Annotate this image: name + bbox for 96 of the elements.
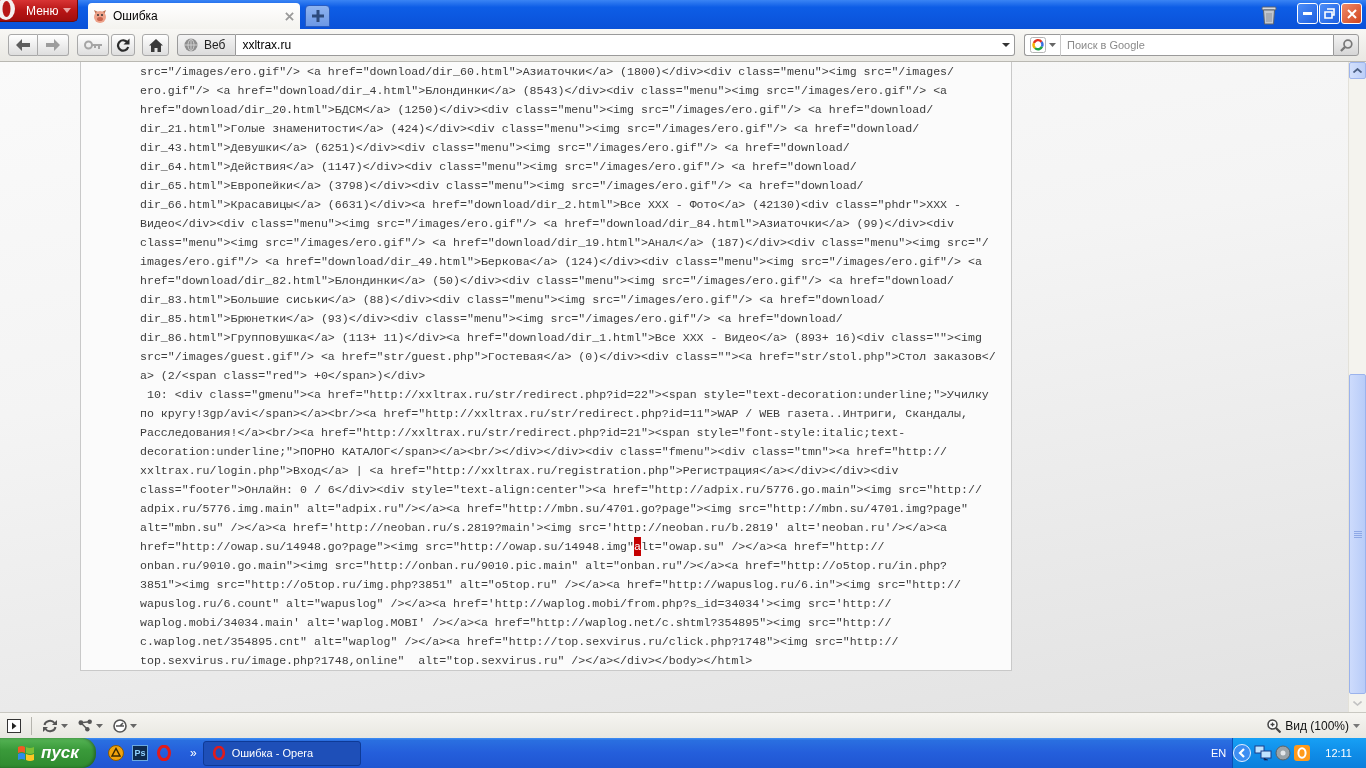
code-line: dir_83.html">Большие сиськи</a> (88)</div><div class="menu"><img src="/images/ero.gif"/> <a href="download/ — [140, 292, 885, 308]
address-field[interactable]: xxltrax.ru — [236, 34, 997, 56]
code-line: dir_66.html">Красавицы</a> (6631)</div><a href="download/dir_2.html">Все XXX - Фото</a> (42130)<div class="phdr">XXX - — [140, 197, 961, 213]
code-line: waplog.mobi/34034.main' alt='waplog.MOBI' /></a><a href="http://waplog.net/c.shtml?354895"><img src="http:// — [140, 615, 892, 631]
start-button[interactable]: пуск — [0, 738, 96, 768]
language-indicator[interactable]: EN — [1211, 747, 1227, 759]
code-line: top.sexvirus.ru/image.php?1748,online" alt="top.sexvirus.ru" /></a></div></body></html> — [140, 653, 753, 669]
caret-icon — [63, 8, 72, 13]
triangle-circle-icon[interactable] — [108, 745, 124, 761]
ring-tile-icon[interactable] — [1294, 745, 1311, 761]
code-line: dir_85.html">Брюнетки</a> (93)</div><div class="menu"><img src="/images/ero.gif"/> <a href="download/ — [140, 311, 843, 327]
logo-icon — [211, 746, 226, 760]
code-line: dir_65.html">Европейки</a> (3798)</div><div class="menu"><img src="/images/ero.gif"/> <a href="download/ — [140, 178, 864, 194]
panel-icon — [7, 718, 21, 733]
site-info-button[interactable]: Веб — [177, 34, 237, 56]
close-window-button[interactable] — [1341, 3, 1362, 24]
code-line: images/ero.gif"/> <a href="download/dir_49.html">Беркова</a> (124)</div><div class="menu"><img src="/images/ero.gif"/> <a — [140, 254, 982, 270]
reload-button[interactable] — [111, 34, 135, 56]
forward-arrow-icon — [46, 39, 60, 51]
close-icon — [1346, 8, 1357, 19]
code-line: Видео</div><div class="menu"><img src="/images/ero.gif"/> <a href="download/dir_84.html">Азиаточки</a> (99)</div><div — [140, 216, 954, 232]
sync-icon — [42, 718, 58, 733]
plus-icon — [311, 10, 324, 22]
disc-icon[interactable] — [1275, 745, 1292, 761]
scrollbar-thumb[interactable] — [1349, 374, 1366, 694]
flag-icon — [17, 745, 36, 761]
code-line: dir_64.html">Действия</a> (1147)</div><div class="menu"><img src="/images/ero.gif"/> <a href="download/ — [140, 159, 857, 175]
back-button[interactable] — [8, 34, 38, 56]
grip-icon — [1353, 530, 1362, 538]
caret-icon — [1353, 723, 1360, 728]
browser-tab[interactable]: Ошибка — [88, 3, 300, 29]
zoom-button[interactable]: Вид (100%) — [1267, 718, 1360, 733]
code-line: c.waplog.net/354895.cnt" alt="waplog" /></a><a href="http://top.sexvirus.ru/click.php?1748"><img src="http:// — [140, 634, 899, 650]
code-line: wapuslog.ru/6.count" alt="wapuslog" /></a><a href='http://waplog.mobi/from.php?s_id=34034'><img src='http:// — [140, 596, 892, 612]
home-icon — [148, 38, 163, 52]
logo-icon — [0, 0, 18, 21]
clock[interactable]: 12:11 — [1325, 747, 1352, 759]
code-line: alt="mbn.su" /></a><a href='http://neoban.ru/s.2819?main'><img src='http://neoban.ru/b.2819' alt='neoban.ru'/></a><a — [140, 520, 948, 536]
code-line: xxltrax.ru/login.php">Вход</a> | <a href="http://xxltrax.ru/registration.php">Регистрация</a></div></div><div — [140, 463, 899, 479]
search-engine-button[interactable] — [1024, 34, 1061, 56]
multicolor-ring-icon — [1030, 37, 1046, 53]
home-button[interactable] — [142, 34, 169, 56]
zoom-icon — [1267, 718, 1282, 733]
code-line: onban.ru/9010.go.main"><img src="http://onban.ru/9010.pic.main" alt="onban.ru"/></a><a href="http://o5top.ru/in.php? — [140, 558, 948, 574]
caret-icon — [130, 723, 137, 728]
forward-button[interactable] — [38, 34, 69, 56]
code-line: Расследования!</a><br/><a href="http://xxltrax.ru/str/redirect.php?id=21"><span style="font-style:italic;text- — [140, 425, 906, 441]
reload-icon — [116, 38, 130, 52]
restore-icon — [1324, 8, 1335, 19]
code-line: class="footer">Онлайн: 0 / 6</div><div style="text-align:center"><a href="http://adpix.ru/5776.go.main"><img src="http:// — [140, 482, 982, 498]
scroll-up-button[interactable] — [1349, 62, 1366, 79]
chevron-down-icon — [1353, 701, 1362, 706]
code-line: adpix.ru/5776.img.main" alt="adpix.ru"/></a><a href="http://mbn.su/4701.go?page"><img src="http://mbn.su/4701.img?page" — [140, 501, 968, 517]
code-line: src="/images/ero.gif"/> <a href="download/dir_60.html">Азиаточки</a> (1800)</div><div class="menu"><img src="/images/ — [140, 64, 954, 80]
globe-icon — [184, 38, 198, 52]
code-line: a> (2/<span class="red"> +0</span>)</div> — [140, 368, 426, 384]
taskbar-window-button[interactable]: Ошибка - Opera — [202, 740, 361, 766]
minimize-button[interactable] — [1297, 3, 1318, 24]
code-line: 10: <div class="gmenu"><a href="http://xxltrax.ru/str/redirect.php?id=22"><span style="text-decoration:underline;">Училку — [145, 387, 989, 403]
caret-icon — [1049, 43, 1056, 47]
menu-button[interactable]: Меню — [0, 0, 78, 22]
code-line: 3851"><img src="http://o5top.ru/img.php?3851" alt="o5top.ru" /></a><a href="http://wapuslog.ru/6.in"><img src="http:// — [140, 577, 961, 593]
search-icon — [1339, 38, 1353, 52]
restore-button[interactable] — [1319, 3, 1340, 24]
code-line: dir_21.html">Голые знаменитости</a> (424)</div><div class="menu"><img src="/images/ero.gif"/> <a href="download/ — [140, 121, 920, 137]
caret-icon — [1001, 43, 1010, 47]
search-button[interactable] — [1333, 34, 1359, 56]
address-dropdown-button[interactable] — [997, 34, 1015, 56]
key-icon — [84, 40, 102, 50]
code-line: dir_43.html">Девушки</a> (6251)</div><div class="menu"><img src="/images/ero.gif"/> <a href="download/ — [140, 140, 850, 156]
pig-icon — [92, 8, 108, 24]
caret-icon — [61, 723, 68, 728]
code-line: ero.gif"/> <a href="download/dir_4.html">Блондинки</a> (8543)</div><div class="menu"><img src="/images/ero.gif"/> <a — [140, 83, 948, 99]
new-tab-button[interactable] — [305, 5, 330, 27]
back-arrow-icon — [16, 39, 30, 51]
code-line: href="download/dir_82.html">Блондинки</a> (50)</div><div class="menu"><img src="/images/ero.gif"/> <a href="download/ — [140, 273, 954, 289]
quick-launch-overflow[interactable]: » — [190, 746, 197, 760]
code-line: src="/images/guest.gif"/> <a href="str/guest.php">Гостевая</a> (0)</div><div class=""><a href="str/stol.php">Стол заказов</ — [140, 349, 996, 365]
highlighted-character: a — [634, 537, 641, 556]
search-field[interactable]: Поиск в Google — [1061, 34, 1333, 56]
code-line: по кругу!3gp/avi</span></a><br/><a href="http://xxltrax.ru/str/redirect.php?id=11">WAP / WEB газета..Интриги, Скандалы, — [140, 406, 968, 422]
code-line: class="menu"><img src="/images/ero.gif"/> <a href="download/dir_19.html">Анал</a> (187)</div><div class="menu"><img src="/ — [140, 235, 989, 251]
caret-icon — [96, 723, 103, 728]
chevron-up-icon — [1353, 68, 1362, 73]
nodes-icon — [78, 719, 93, 732]
close-icon[interactable] — [285, 11, 294, 21]
trash-icon[interactable] — [1261, 4, 1277, 25]
app-icon[interactable]: Ps — [132, 745, 148, 761]
code-line: href="download/dir_20.html">БДСМ</a> (1250)</div><div class="menu"><img src="/images/ero.gif"/> <a href="download/ — [140, 102, 934, 118]
code-line: dir_86.html">Групповушка</a> (113+ 11)</div><a href="download/dir_1.html">Все XXX - Видео</a> (893+ 16)<div class=""><img — [140, 330, 982, 346]
code-line: decoration:underline;">ПОРНО КАТАЛОГ</span></a><br/></div></div><div class="fmenu"><div class="tmn"><a href="http:// — [140, 444, 948, 460]
network-icon[interactable] — [1254, 745, 1273, 761]
code-line: href="http://owap.su/14948.go?page"><img src="http://owap.su/14948.img" — [140, 539, 634, 555]
gauge-icon — [113, 718, 127, 733]
minimize-icon — [1303, 12, 1312, 15]
chevron-left-icon[interactable] — [1233, 744, 1252, 762]
